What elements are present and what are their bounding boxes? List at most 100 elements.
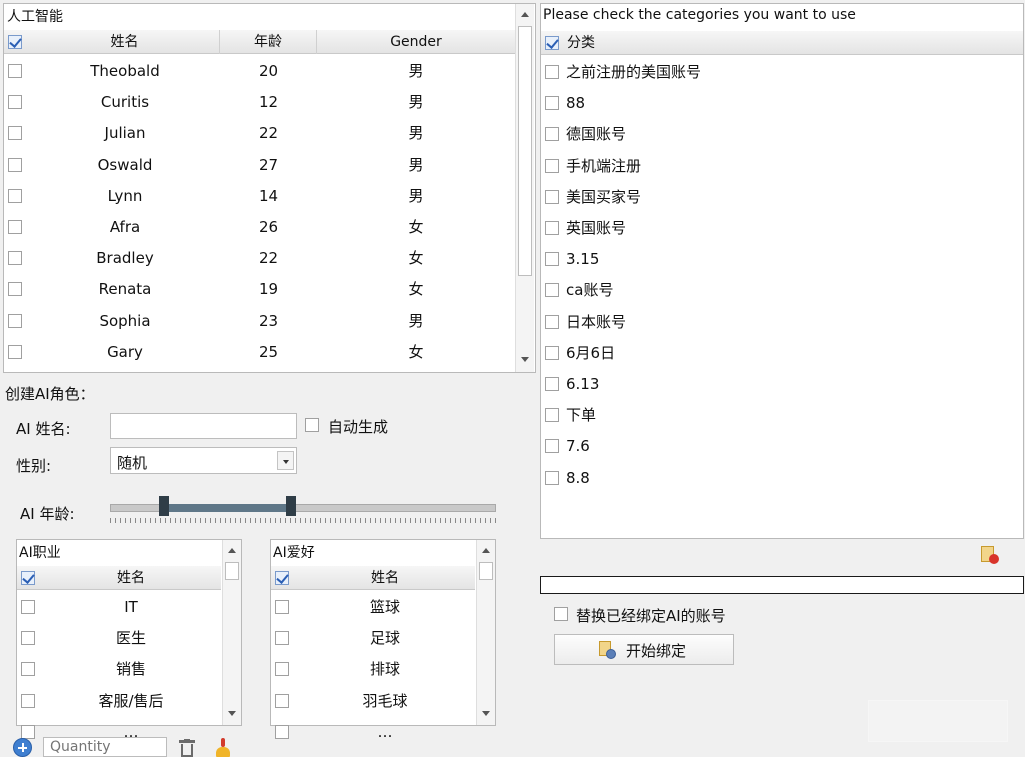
scroll-thumb[interactable] [479,562,493,580]
row-checkbox[interactable] [8,251,22,266]
age-range-slider[interactable] [110,496,496,526]
item-label: IT [124,598,138,616]
list-item[interactable]: 销售 [17,654,221,685]
categories-col-header[interactable]: 分类 [567,31,595,55]
job-list-scrollbar[interactable] [222,540,241,725]
slider-max-handle[interactable] [286,496,297,516]
people-table-header: 姓名 年龄 Gender [4,30,515,54]
category-checkbox[interactable] [545,96,559,111]
table-row[interactable]: Lynn 14 男 [4,181,515,212]
cell-name: Gary [107,342,143,361]
item-checkbox[interactable] [275,600,289,614]
row-checkbox[interactable] [8,282,22,297]
item-checkbox[interactable] [21,600,35,614]
row-checkbox[interactable] [8,126,22,141]
scroll-up-icon[interactable] [516,6,535,24]
row-checkbox[interactable] [8,188,22,203]
scroll-thumb[interactable] [518,26,532,276]
category-checkbox[interactable] [545,470,559,485]
category-checkbox[interactable] [545,377,559,391]
scroll-down-icon[interactable] [223,704,242,722]
col-header-name[interactable]: 姓名 [30,30,220,54]
category-checkbox[interactable] [545,189,559,204]
item-checkbox[interactable] [21,724,35,739]
quantity-input[interactable] [43,737,167,757]
scroll-thumb[interactable] [225,562,239,580]
delete-category-icon[interactable] [980,545,1000,565]
category-checkbox[interactable] [545,221,559,235]
category-checkbox[interactable] [545,158,559,173]
scroll-up-icon[interactable] [477,542,496,560]
hobby-col-header[interactable]: 姓名 [295,566,475,590]
list-item[interactable]: 羽毛球 [271,686,475,717]
category-checkbox[interactable] [545,439,559,454]
replace-bound-checkbox[interactable] [554,607,568,621]
scroll-up-icon[interactable] [223,542,242,560]
trash-icon[interactable] [179,739,195,757]
row-checkbox[interactable] [8,64,22,78]
item-checkbox[interactable] [21,631,35,646]
add-icon[interactable] [13,738,32,757]
category-checkbox[interactable] [545,252,559,267]
category-checkbox[interactable] [545,345,559,360]
table-row[interactable]: Gary 25 女 [4,337,515,368]
gender-select[interactable]: 随机 [110,447,297,474]
dropdown-arrow-icon[interactable] [277,451,294,470]
table-row[interactable]: Renata 19 女 [4,274,515,305]
cell-name: Lynn [107,186,143,205]
item-checkbox[interactable] [21,662,35,677]
table-row[interactable]: Afra 26 女 [4,212,515,243]
col-header-gender[interactable]: Gender [317,30,515,54]
item-checkbox[interactable] [21,693,35,708]
hobby-list-header: 姓名 [271,566,475,590]
hobby-list-scrollbar[interactable] [476,540,495,725]
list-item[interactable]: 医生 [17,623,221,654]
category-checkbox[interactable] [545,65,559,79]
table-row[interactable]: Julian 22 男 [4,118,515,149]
category-checkbox[interactable] [545,408,559,423]
scroll-down-icon[interactable] [516,350,535,368]
row-checkbox[interactable] [8,344,22,359]
select-all-jobs-checkbox[interactable] [21,571,35,585]
job-col-header[interactable]: 姓名 [41,566,221,590]
cell-gender: 男 [408,155,424,174]
select-all-people-checkbox[interactable] [8,35,22,49]
row-checkbox[interactable] [8,313,22,328]
table-row[interactable]: Theobald 20 男 [4,56,515,87]
list-item[interactable]: 足球 [271,623,475,654]
item-label: 足球 [369,629,400,648]
row-checkbox[interactable] [8,157,22,172]
cell-name: Sophia [99,311,151,330]
cell-name: Julian [104,124,146,143]
table-row[interactable]: Bradley 22 女 [4,243,515,274]
row-checkbox[interactable] [8,95,22,110]
list-item[interactable]: 客服/售后 [17,686,221,717]
slider-min-handle[interactable] [159,496,170,516]
col-header-age[interactable]: 年龄 [220,30,317,54]
table-row[interactable]: Curitis 12 男 [4,87,515,118]
category-checkbox[interactable] [545,314,559,329]
list-item[interactable]: … [271,717,475,748]
cell-name: Theobald [90,62,160,80]
auto-generate-checkbox[interactable] [305,418,319,432]
table-row[interactable]: Oswald 27 男 [4,150,515,181]
item-checkbox[interactable] [275,631,289,646]
table-row[interactable]: Sophia 23 男 [4,306,515,337]
list-item[interactable]: 排球 [271,654,475,685]
people-table-scrollbar[interactable] [515,4,534,372]
select-all-hobbies-checkbox[interactable] [275,571,289,585]
list-item[interactable]: 篮球 [271,592,475,623]
cell-gender: 女 [408,218,424,236]
item-checkbox[interactable] [275,662,289,677]
item-checkbox[interactable] [275,724,289,739]
ai-name-input[interactable] [110,413,297,439]
scroll-down-icon[interactable] [477,704,496,722]
row-checkbox[interactable] [8,220,22,234]
list-item[interactable]: IT [17,592,221,623]
start-binding-button[interactable]: 开始绑定 [554,634,734,665]
category-checkbox[interactable] [545,127,559,142]
item-checkbox[interactable] [275,693,289,708]
clear-broom-icon[interactable] [213,738,231,757]
category-checkbox[interactable] [545,283,559,298]
select-all-categories-checkbox[interactable] [545,36,559,50]
